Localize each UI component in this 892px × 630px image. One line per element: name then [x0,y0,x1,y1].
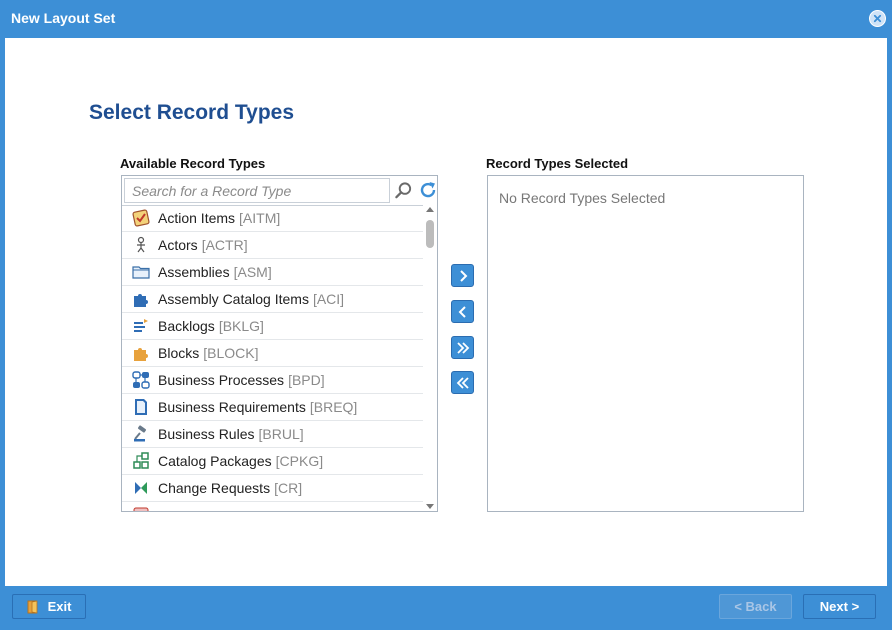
selected-record-types-panel: No Record Types Selected [487,175,804,512]
list-item[interactable]: Blocks [BLOCK] [122,340,423,367]
back-button[interactable]: < Back [719,594,792,619]
actor-icon [137,236,145,253]
remove-selected-button[interactable] [451,300,474,323]
list-item-partial[interactable] [122,502,423,511]
folder-icon [132,266,150,279]
remove-all-button[interactable] [451,371,474,394]
search-row [122,176,437,206]
backlog-icon [134,319,148,332]
chevron-left-icon [458,305,466,318]
list-item[interactable]: Business Processes [BPD] [122,367,423,394]
list-item[interactable]: Actors [ACTR] [122,232,423,259]
list-item[interactable]: Business Rules [BRUL] [122,421,423,448]
change-request-icon [135,482,147,494]
available-record-types-label: Available Record Types [120,156,266,171]
next-button[interactable]: Next > [803,594,876,619]
close-icon [873,14,882,23]
record-types-selected-label: Record Types Selected [486,156,629,171]
add-selected-button[interactable] [451,264,474,287]
exit-button[interactable]: Exit [12,594,86,619]
add-all-button[interactable] [451,336,474,359]
window-title: New Layout Set [11,10,116,26]
puzzle-orange-icon [134,348,148,361]
gavel-icon [134,425,147,442]
record-type-list: Action Items [AITM] Actors [ACTR] Assemb… [122,205,423,511]
close-button[interactable] [869,10,886,27]
document-icon [135,399,147,415]
process-icon [132,371,150,389]
list-scrollbar[interactable] [423,205,437,511]
chevron-right-icon [459,269,467,282]
door-exit-icon [27,600,37,613]
page-title: Select Record Types [89,101,295,124]
available-record-types-panel: Action Items [AITM] Actors [ACTR] Assemb… [121,175,438,512]
list-item[interactable]: Backlogs [BKLG] [122,313,423,340]
partial-item-icon [133,507,149,511]
list-item[interactable]: Action Items [AITM] [122,205,423,232]
search-input[interactable] [124,178,390,203]
dialog-content: Select Record Types Available Record Typ… [5,38,887,586]
double-chevron-right-icon [456,341,469,354]
list-item[interactable]: Business Requirements [BREQ] [122,394,423,421]
list-item[interactable]: Assembly Catalog Items [ACI] [122,286,423,313]
package-icon [133,452,149,469]
scroll-down-arrow-icon[interactable] [426,504,434,509]
double-chevron-left-icon [456,376,469,389]
list-item[interactable]: Assemblies [ASM] [122,259,423,286]
action-items-icon [132,209,150,227]
search-icon[interactable] [394,181,413,200]
scroll-thumb[interactable] [426,220,434,248]
list-item[interactable]: Change Requests [CR] [122,475,423,502]
scroll-up-arrow-icon[interactable] [426,207,434,212]
title-bar: New Layout Set [0,0,892,37]
list-item[interactable]: Catalog Packages [CPKG] [122,448,423,475]
refresh-icon[interactable] [418,180,438,200]
puzzle-blue-icon [134,294,148,307]
exit-label: Exit [47,599,72,614]
empty-selection-message: No Record Types Selected [499,190,666,206]
